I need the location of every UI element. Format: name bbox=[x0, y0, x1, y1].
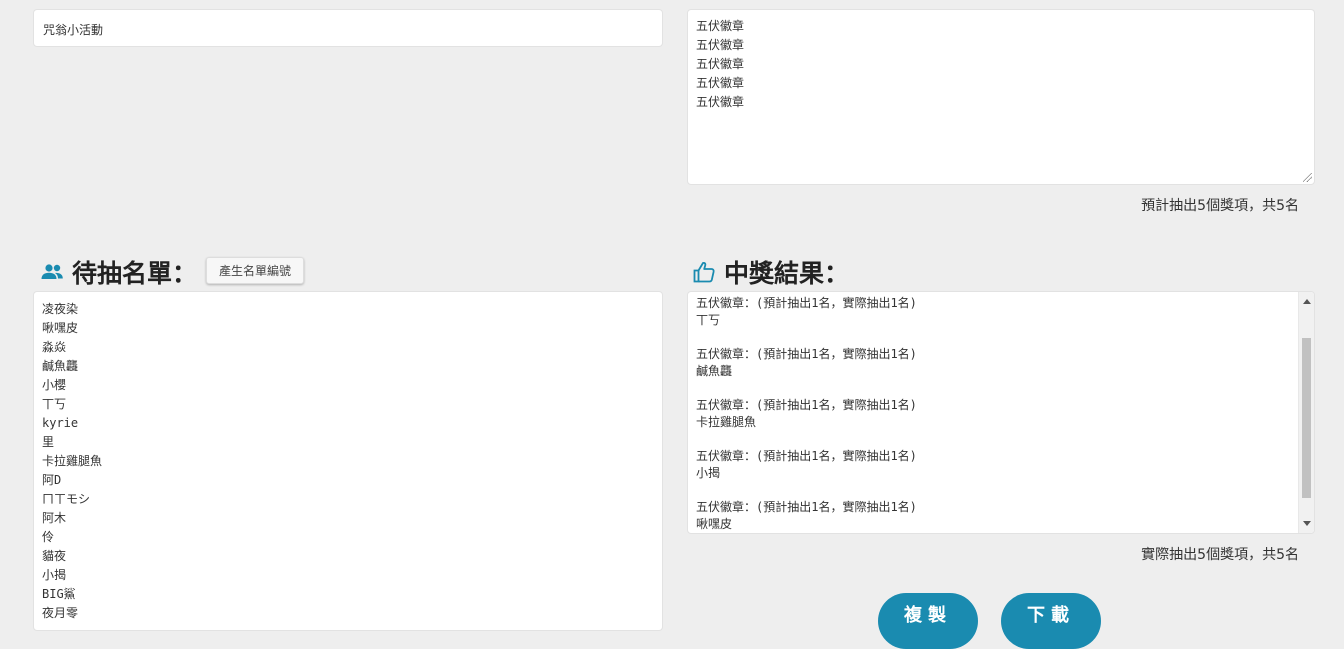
prize-line: 五伏徽章 bbox=[696, 76, 745, 90]
prize-line: 五伏徽章 bbox=[696, 57, 745, 71]
result-winner: 小揭 bbox=[696, 466, 721, 480]
result-title-label: 中獎結果： bbox=[724, 259, 850, 288]
namelist-textarea[interactable]: 凌夜染啾嘿皮淼焱鹹魚龘小櫻丅丂 kyrie 里卡拉雞腿魚阿D ㄇㄒモシ阿木伶貓夜小揭 B… bbox=[33, 291, 663, 631]
results-scrollbar[interactable] bbox=[1298, 292, 1314, 533]
scroll-thumb[interactable] bbox=[1302, 338, 1311, 498]
result-winner: 啾嘿皮 bbox=[696, 517, 733, 531]
name-line: 凌夜染 bbox=[42, 302, 79, 316]
result-entry: 五伏徽章：(預計抽出1名，實際抽出1名) 卡拉雞腿魚 bbox=[696, 397, 1306, 431]
result-header: 五伏徽章：(預計抽出1名，實際抽出1名) bbox=[696, 398, 917, 412]
name-line: 阿D bbox=[42, 473, 62, 487]
name-line: BIG鯊 bbox=[42, 587, 76, 601]
name-line: kyrie bbox=[42, 416, 79, 430]
name-line: 小揭 bbox=[42, 568, 67, 582]
result-lines: 五伏徽章：(預計抽出1名，實際抽出1名) 丅丂 五伏徽章：(預計抽出1名，實際抽出1… bbox=[696, 295, 1306, 533]
name-line: 卡拉雞腿魚 bbox=[42, 454, 103, 468]
prize-line: 五伏徽章 bbox=[696, 19, 745, 33]
result-winner: 鹹魚龘 bbox=[696, 364, 733, 378]
name-line: 里 bbox=[42, 435, 55, 449]
name-line: ㄇㄒモシ bbox=[42, 492, 91, 506]
name-lines: 凌夜染啾嘿皮淼焱鹹魚龘小櫻丅丂 kyrie 里卡拉雞腿魚阿D ㄇㄒモシ阿木伶貓夜小揭 B… bbox=[42, 300, 654, 623]
resize-handle-icon[interactable] bbox=[1303, 173, 1312, 182]
generate-list-number-button[interactable]: 產生名單編號 bbox=[206, 257, 304, 284]
prize-line: 五伏徽章 bbox=[696, 95, 745, 109]
result-winner: 卡拉雞腿魚 bbox=[696, 415, 757, 429]
people-icon bbox=[40, 262, 64, 282]
download-button[interactable]: 下載 bbox=[1001, 593, 1101, 649]
name-line: 鹹魚龘 bbox=[42, 359, 79, 373]
result-header: 五伏徽章：(預計抽出1名，實際抽出1名) bbox=[696, 347, 917, 361]
name-line: 阿木 bbox=[42, 511, 67, 525]
prize-line: 五伏徽章 bbox=[696, 38, 745, 52]
result-title: 中獎結果： bbox=[692, 254, 849, 290]
prizes-textarea[interactable]: 五伏徽章 五伏徽章 五伏徽章 五伏徽章 五伏徽章 bbox=[687, 9, 1315, 185]
name-line: 丅丂 bbox=[42, 397, 67, 411]
name-line: 淼焱 bbox=[42, 340, 67, 354]
result-header: 五伏徽章：(預計抽出1名，實際抽出1名) bbox=[696, 449, 917, 463]
result-entry: 五伏徽章：(預計抽出1名，實際抽出1名) 啾嘿皮 bbox=[696, 499, 1306, 533]
result-header: 五伏徽章：(預計抽出1名，實際抽出1名) bbox=[696, 296, 917, 310]
name-line: 伶 bbox=[42, 530, 55, 544]
result-header: 五伏徽章：(預計抽出1名，實際抽出1名) bbox=[696, 500, 917, 514]
scroll-down-icon[interactable] bbox=[1303, 521, 1311, 526]
namelist-title-label: 待抽名單： bbox=[72, 259, 198, 288]
name-line: 小櫻 bbox=[42, 378, 67, 392]
result-entry: 五伏徽章：(預計抽出1名，實際抽出1名) 小揭 bbox=[696, 448, 1306, 482]
name-line: 夜月零 bbox=[42, 606, 79, 620]
planned-count-text: 預計抽出5個獎項，共5名 bbox=[1141, 198, 1299, 214]
result-entry: 五伏徽章：(預計抽出1名，實際抽出1名) 鹹魚龘 bbox=[696, 346, 1306, 380]
namelist-title: 待抽名單： bbox=[40, 254, 197, 290]
event-title-input[interactable]: 咒翁小活動 bbox=[33, 9, 663, 47]
prize-lines: 五伏徽章 五伏徽章 五伏徽章 五伏徽章 五伏徽章 bbox=[696, 17, 1306, 112]
results-textarea[interactable]: 五伏徽章：(預計抽出1名，實際抽出1名) 丅丂 五伏徽章：(預計抽出1名，實際抽出1… bbox=[687, 291, 1315, 534]
result-winner: 丅丂 bbox=[696, 313, 721, 327]
name-line: 貓夜 bbox=[42, 549, 67, 563]
actual-count-text: 實際抽出5個獎項，共5名 bbox=[1141, 547, 1299, 563]
scroll-up-icon[interactable] bbox=[1303, 299, 1311, 304]
name-line: 啾嘿皮 bbox=[42, 321, 79, 335]
copy-button[interactable]: 複製 bbox=[878, 593, 978, 649]
thumbs-up-icon bbox=[692, 260, 716, 284]
result-entry: 五伏徽章：(預計抽出1名，實際抽出1名) 丅丂 bbox=[696, 295, 1306, 329]
